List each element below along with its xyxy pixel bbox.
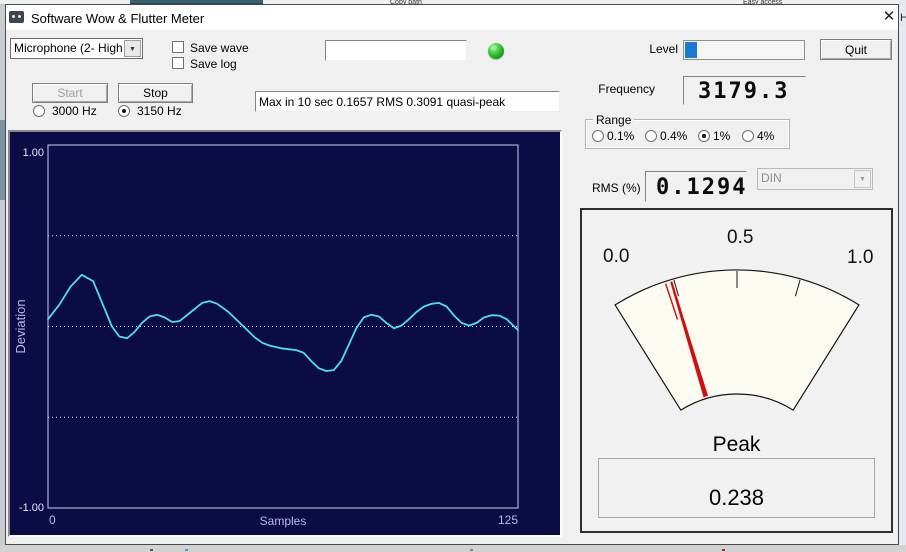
filename-textbox[interactable]: [325, 40, 467, 61]
screen: Copy path Easy access H Software Wow & F…: [0, 0, 906, 552]
svg-text:Samples: Samples: [260, 514, 307, 528]
meter-scale-0: 0.0: [603, 246, 630, 267]
background-bottom-strip: [0, 545, 906, 552]
chevron-down-icon[interactable]: ▼: [124, 40, 141, 57]
cassette-app-icon: [9, 11, 24, 23]
meter-scale-05: 0.5: [727, 227, 754, 248]
input-device-combobox[interactable]: Microphone (2- High De ▼: [10, 38, 143, 59]
background-right-strip: H: [899, 0, 906, 552]
weighting-combobox[interactable]: DIN ▼: [757, 168, 873, 190]
range-radio-0.1-label: 0.1%: [607, 129, 635, 143]
svg-text:Deviation: Deviation: [13, 299, 28, 353]
peak-label: Peak: [712, 433, 761, 456]
rms-label: RMS (%): [592, 181, 641, 195]
level-progress-fill: [685, 42, 697, 58]
save-log-label: Save log: [190, 57, 237, 71]
peak-value: 0.238: [708, 485, 765, 510]
save-wave-checkbox[interactable]: [172, 41, 184, 53]
status-text: Max in 10 sec 0.1657 RMS 0.3091 quasi-pe…: [259, 95, 506, 109]
radio-3150hz[interactable]: [118, 105, 130, 117]
level-progressbar: [683, 40, 805, 60]
stop-button[interactable]: Stop: [118, 83, 193, 103]
start-button[interactable]: Start: [32, 83, 108, 103]
status-led-icon: [488, 43, 504, 59]
range-radio-0.1[interactable]: [592, 130, 604, 142]
svg-text:1.00: 1.00: [23, 147, 44, 159]
range-radio-0.4-label: 0.4%: [660, 129, 688, 143]
analog-meter-panel: 0.0 0.5 1.0 Peak 0.238: [580, 208, 893, 533]
range-group-label: Range: [593, 113, 635, 127]
save-wave-label: Save wave: [190, 41, 249, 55]
radio-3150hz-label: 3150 Hz: [137, 104, 182, 118]
weighting-value: DIN: [761, 171, 782, 185]
svg-text:0: 0: [49, 513, 56, 527]
radio-3000hz-label: 3000 Hz: [52, 104, 97, 118]
bg-speck: [722, 549, 725, 551]
range-radio-1-label: 1%: [713, 129, 731, 143]
frequency-value: 3179.3: [698, 79, 790, 104]
close-icon[interactable]: ✕: [879, 8, 899, 26]
status-textbox: Max in 10 sec 0.1657 RMS 0.3091 quasi-pe…: [255, 91, 560, 112]
level-label: Level: [649, 42, 678, 56]
range-radio-1[interactable]: [698, 130, 710, 142]
frequency-label: Frequency: [598, 82, 655, 96]
radio-3000hz[interactable]: [33, 105, 45, 117]
range-radio-4[interactable]: [742, 130, 754, 142]
window-title: Software Wow & Flutter Meter: [31, 11, 205, 26]
bg-speck: [470, 549, 473, 551]
svg-text:-1.00: -1.00: [19, 502, 44, 514]
rms-value: 0.1294: [656, 175, 748, 200]
bg-speck: [150, 549, 153, 551]
frequency-display: 3179.3: [683, 76, 806, 105]
peak-value-box: 0.238: [598, 458, 875, 518]
filename-input[interactable]: [326, 41, 466, 60]
input-device-value: Microphone (2- High De: [14, 41, 123, 55]
svg-text:125: 125: [498, 513, 518, 527]
bg-speck: [185, 549, 188, 551]
range-radio-0.4[interactable]: [645, 130, 657, 142]
chevron-down-icon: ▼: [854, 170, 871, 188]
rms-display: 0.1294: [645, 171, 747, 202]
quit-button[interactable]: Quit: [820, 39, 892, 60]
save-log-checkbox[interactable]: [172, 57, 184, 69]
meter-scale-1: 1.0: [847, 247, 874, 268]
range-radio-4-label: 4%: [757, 129, 775, 143]
bg-right-text-fragment: H: [900, 12, 906, 24]
deviation-chart: 1.00 -1.00 0 Samples 125 Deviation: [13, 144, 519, 528]
